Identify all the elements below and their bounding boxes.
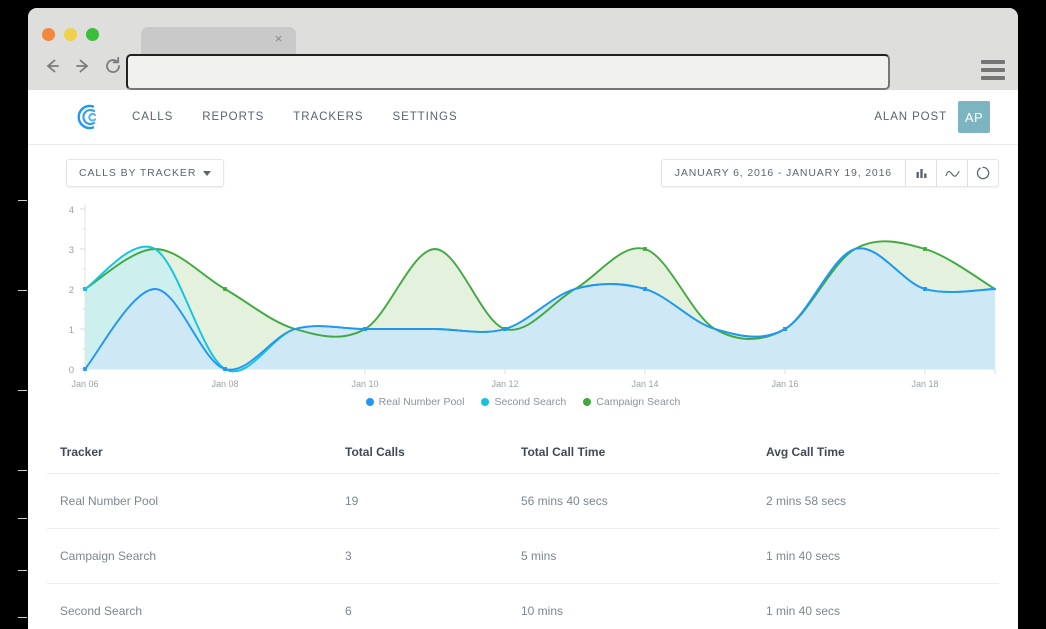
legend-label: Campaign Search (596, 396, 681, 408)
cell-total-call-time: 5 mins (521, 528, 766, 584)
app-viewport: CALLS REPORTS TRACKERS SETTINGS ALAN POS… (28, 90, 1018, 629)
minimize-window-button[interactable] (64, 28, 77, 41)
browser-nav-row (28, 50, 1018, 90)
table-row[interactable]: Campaign Search 3 5 mins 1 min 40 secs (47, 528, 999, 584)
svg-text:Jan 10: Jan 10 (351, 379, 378, 389)
legend-dot (481, 398, 490, 406)
svg-text:1: 1 (69, 325, 74, 336)
nav-item-reports[interactable]: REPORTS (202, 111, 264, 123)
cell-total-calls: 3 (345, 528, 521, 584)
cell-avg-call-time: 1 min 40 secs (766, 528, 999, 584)
date-range-picker[interactable]: JANUARY 6, 2016 - JANUARY 19, 2016 (660, 159, 906, 187)
table-row[interactable]: Second Search 6 10 mins 1 min 40 secs (47, 583, 999, 629)
column-header-total-calls[interactable]: Total Calls (345, 435, 521, 474)
svg-text:0: 0 (69, 365, 74, 376)
svg-text:3: 3 (69, 245, 74, 256)
user-name-label: ALAN POST (874, 111, 947, 123)
cell-tracker: Campaign Search (47, 528, 345, 584)
cell-total-call-time: 56 mins 40 secs (521, 473, 766, 529)
svg-text:Jan 08: Jan 08 (211, 379, 238, 389)
reload-icon[interactable] (100, 55, 126, 81)
arrow-left-icon[interactable] (39, 55, 65, 81)
page-edge-tick (18, 200, 27, 201)
legend-dot (583, 398, 592, 406)
browser-window: × CALLS REPORTS TRACKERS SETTINGS ALAN P… (28, 8, 1018, 629)
page-edge-tick (18, 470, 27, 471)
cell-total-calls: 6 (345, 583, 521, 629)
arrow-right-icon[interactable] (70, 55, 96, 81)
nav-item-settings[interactable]: SETTINGS (392, 111, 457, 123)
cell-avg-call-time: 1 min 40 secs (766, 583, 999, 629)
close-window-button[interactable] (42, 28, 55, 41)
svg-text:2: 2 (69, 285, 74, 296)
legend-item-second-search[interactable]: Second Search (481, 396, 566, 408)
chart-legend: Real Number Pool Second Search Campaign … (47, 396, 999, 408)
tracker-summary-table: Tracker Total Calls Total Call Time Avg … (47, 435, 999, 629)
table-row[interactable]: Real Number Pool 19 56 mins 40 secs 2 mi… (47, 473, 999, 529)
page-edge-tick (18, 290, 27, 291)
bar-chart-icon[interactable] (906, 159, 937, 187)
app-header: CALLS REPORTS TRACKERS SETTINGS ALAN POS… (28, 90, 1018, 145)
cell-tracker: Real Number Pool (47, 473, 345, 529)
cell-total-calls: 19 (345, 473, 521, 529)
address-bar-input[interactable] (126, 54, 890, 90)
report-selector-label: CALLS BY TRACKER (79, 167, 197, 179)
svg-text:Jan 16: Jan 16 (771, 379, 798, 389)
column-header-avg-call-time[interactable]: Avg Call Time (766, 435, 999, 474)
svg-text:Jan 18: Jan 18 (911, 379, 938, 389)
avatar[interactable]: AP (958, 101, 990, 133)
calls-by-tracker-chart: 0 1 2 3 4 Jan 06 Jan 08 Jan 10 Jan 12 Jan 14 Jan 1… (47, 201, 999, 421)
user-menu[interactable]: ALAN POST AP (874, 90, 990, 144)
svg-text:Jan 06: Jan 06 (71, 379, 98, 389)
toolbar-right-group: JANUARY 6, 2016 - JANUARY 19, 2016 (660, 159, 999, 187)
cell-avg-call-time: 2 mins 58 secs (766, 473, 999, 529)
callrail-logo[interactable] (73, 100, 107, 134)
cell-tracker: Second Search (47, 583, 345, 629)
legend-item-campaign-search[interactable]: Campaign Search (583, 396, 680, 408)
report-selector-dropdown[interactable]: CALLS BY TRACKER (66, 159, 225, 187)
line-chart-icon[interactable] (937, 159, 968, 187)
page-edge-tick (18, 570, 27, 571)
nav-item-calls[interactable]: CALLS (132, 111, 173, 123)
close-tab-icon[interactable]: × (273, 32, 284, 45)
donut-chart-icon[interactable] (968, 159, 999, 187)
cell-total-call-time: 10 mins (521, 583, 766, 629)
browser-chrome: × (28, 8, 1018, 90)
svg-text:Jan 12: Jan 12 (491, 379, 518, 389)
page-edge-tick (18, 617, 27, 618)
legend-item-real-number-pool[interactable]: Real Number Pool (365, 396, 465, 408)
window-controls (42, 28, 99, 41)
legend-label: Real Number Pool (378, 396, 465, 408)
maximize-window-button[interactable] (86, 28, 99, 41)
main-nav: CALLS REPORTS TRACKERS SETTINGS (132, 90, 458, 144)
svg-text:4: 4 (69, 205, 74, 216)
screenshot-stage: × CALLS REPORTS TRACKERS SETTINGS ALAN P… (0, 0, 1046, 629)
column-header-tracker[interactable]: Tracker (47, 435, 345, 474)
hamburger-menu-icon[interactable] (981, 60, 1005, 80)
svg-text:Jan 14: Jan 14 (631, 379, 658, 389)
nav-item-trackers[interactable]: TRACKERS (293, 111, 363, 123)
report-toolbar: CALLS BY TRACKER JANUARY 6, 2016 - JANUA… (28, 145, 1018, 201)
column-header-total-call-time[interactable]: Total Call Time (521, 435, 766, 474)
chart-canvas: 0 1 2 3 4 Jan 06 Jan 08 Jan 10 Jan 12 Jan 14 Jan 1… (69, 205, 996, 389)
page-edge-tick (18, 518, 27, 519)
legend-dot (365, 398, 374, 406)
table-header-row: Tracker Total Calls Total Call Time Avg … (47, 435, 999, 474)
chevron-down-icon (203, 170, 212, 176)
page-edge-tick (18, 390, 27, 391)
legend-label: Second Search (494, 396, 567, 408)
